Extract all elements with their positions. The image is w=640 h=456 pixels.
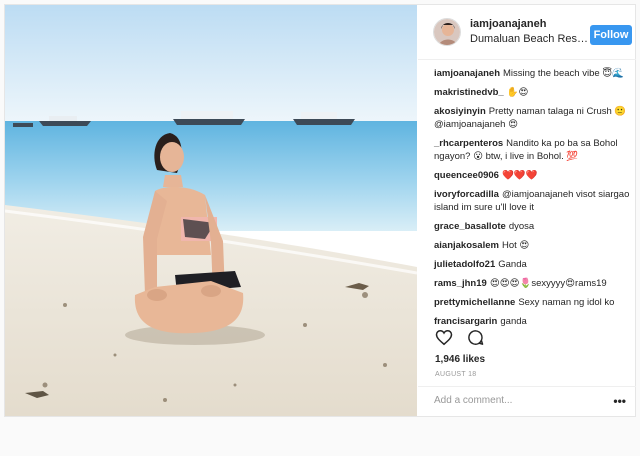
comment: ivoryforcadilla @iamjoanajaneh visot siar… <box>434 188 632 214</box>
comment-text: Missing the beach vibe 😇🌊 <box>503 68 625 79</box>
comment: queencee0906 ❤️❤️❤️ <box>434 169 632 182</box>
post-location[interactable]: Dumaluan Beach Resor... <box>470 33 590 45</box>
comment: aianjakosalem Hot 😍 <box>434 239 632 252</box>
comment-username[interactable]: aianjakosalem <box>434 240 499 251</box>
comment: francisargarin ganda <box>434 315 632 328</box>
comment: rams_jhn19 😍😍😍🌷sexyyyy😍rams19 <box>434 277 632 290</box>
beach-photo <box>5 5 417 416</box>
post-date: AUGUST 18 <box>435 371 477 378</box>
comment: akosiyinyin Pretty naman talaga ni Crush … <box>434 105 632 131</box>
post-header: iamjoanajaneh Dumaluan Beach Resor... Fo… <box>418 5 636 60</box>
comment-username[interactable]: ivoryforcadilla <box>434 189 499 200</box>
follow-button[interactable]: Follow <box>590 25 632 45</box>
comment-username[interactable]: rams_jhn19 <box>434 278 487 289</box>
post-author-username[interactable]: iamjoanajaneh <box>470 18 546 30</box>
comment: makristinedvb_ ✋😍 <box>434 86 632 99</box>
comment-username[interactable]: akosiyinyin <box>434 106 486 117</box>
heart-icon[interactable] <box>435 329 453 351</box>
comment-text: ✋😍 <box>506 87 529 98</box>
comment-text: Hot 😍 <box>501 240 530 251</box>
comment-bubble-icon[interactable] <box>467 329 484 351</box>
add-comment-input[interactable] <box>434 395 604 406</box>
comment-username[interactable]: iamjoanajaneh <box>434 68 500 79</box>
comment-text: dyosa <box>508 221 535 232</box>
comment-text: Ganda <box>498 259 527 270</box>
instagram-post: iamjoanajaneh Dumaluan Beach Resor... Fo… <box>4 4 636 417</box>
comment: julietadolfo21 Ganda <box>434 258 632 271</box>
comment: _rhcarpenteros Nandito ka po ba sa Bohol … <box>434 137 632 163</box>
likes-count[interactable]: 1,946 likes <box>435 354 485 365</box>
comment-username[interactable]: francisargarin <box>434 316 497 327</box>
avatar[interactable] <box>433 18 461 46</box>
comment: prettymichellanne Sexy naman ng idol ko <box>434 296 632 309</box>
post-actions <box>435 329 494 349</box>
comment-username[interactable]: queencee0906 <box>434 170 499 181</box>
comment-username[interactable]: prettymichellanne <box>434 297 515 308</box>
comment-username[interactable]: grace_basallote <box>434 221 506 232</box>
comment-text: 😍😍😍🌷sexyyyy😍rams19 <box>489 278 607 289</box>
add-comment-bar: ••• <box>418 386 636 416</box>
comment-text: Sexy naman ng idol ko <box>518 297 615 308</box>
comment-username[interactable]: _rhcarpenteros <box>434 138 503 149</box>
comments-list: iamjoanajaneh Missing the beach vibe 😇🌊 m… <box>434 67 632 334</box>
more-options-icon[interactable]: ••• <box>613 394 626 408</box>
comment: iamjoanajaneh Missing the beach vibe 😇🌊 <box>434 67 632 80</box>
comment-text: ganda <box>500 316 527 327</box>
comment: grace_basallote dyosa <box>434 220 632 233</box>
comment-text: ❤️❤️❤️ <box>501 170 538 181</box>
post-photo[interactable] <box>5 5 417 416</box>
comment-username[interactable]: julietadolfo21 <box>434 259 495 270</box>
post-sidebar: iamjoanajaneh Dumaluan Beach Resor... Fo… <box>418 5 636 416</box>
comment-username[interactable]: makristinedvb_ <box>434 87 504 98</box>
